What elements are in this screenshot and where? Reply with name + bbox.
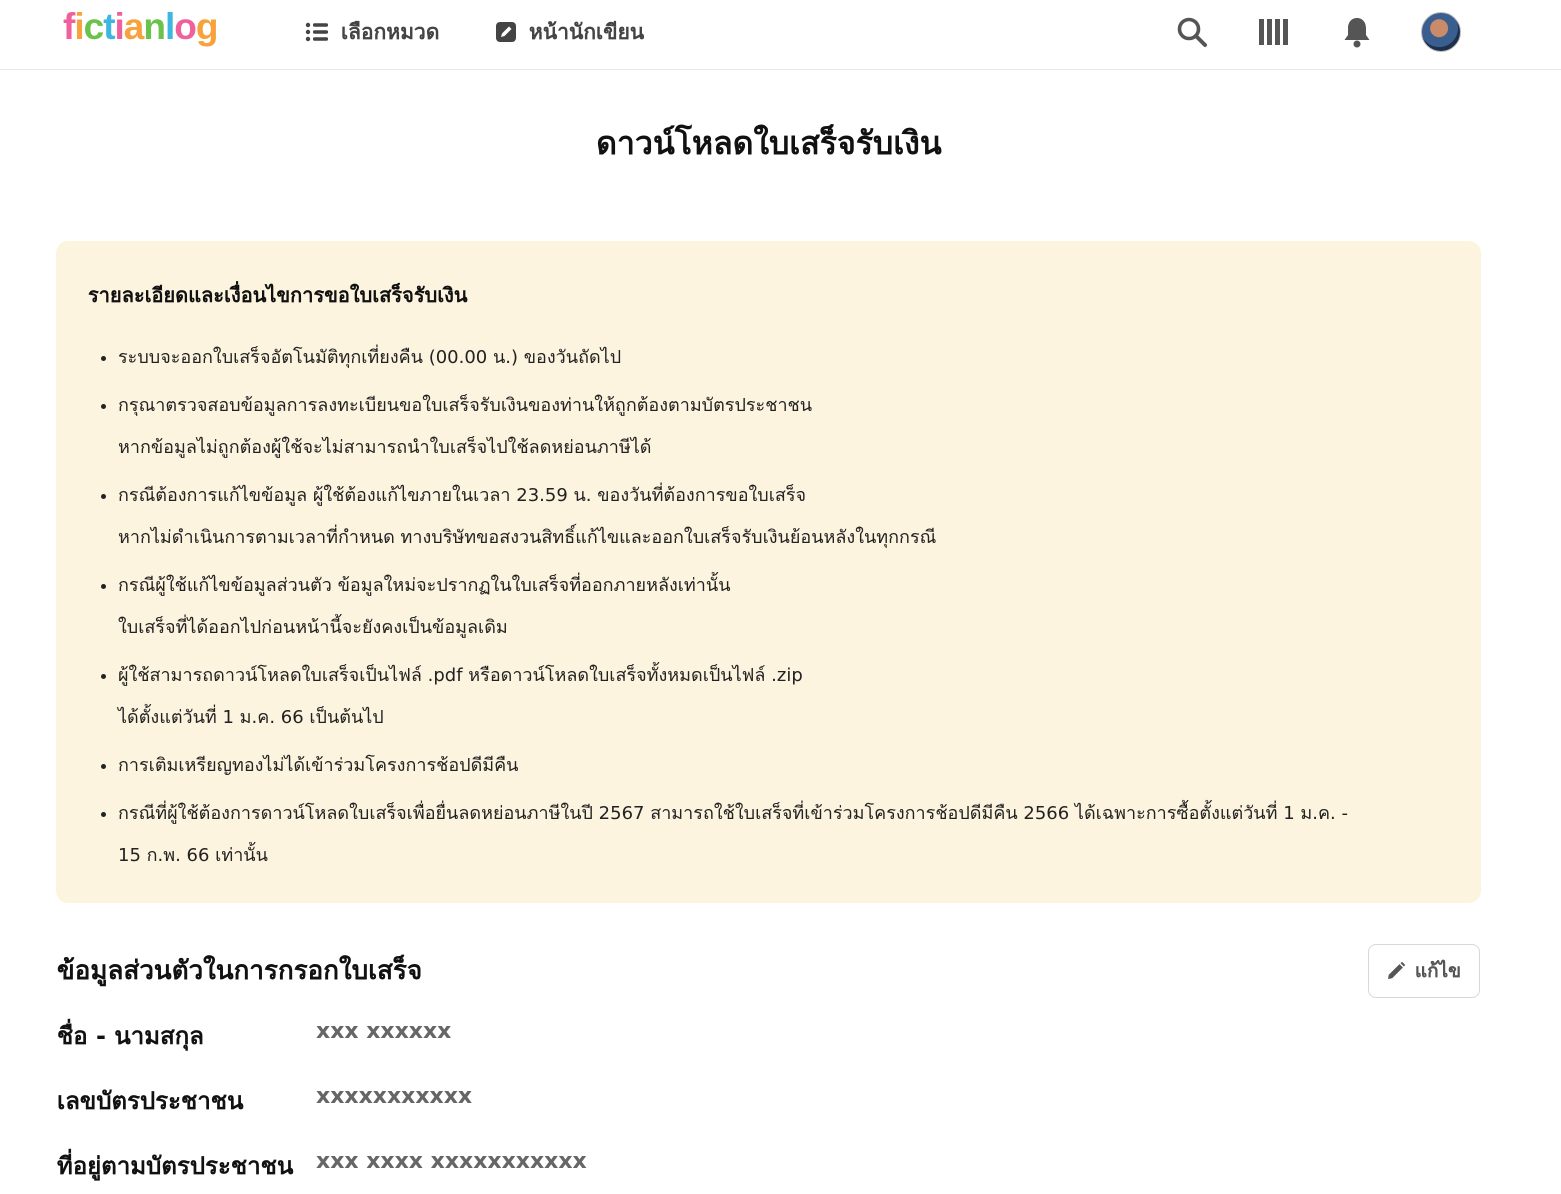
search-icon[interactable] xyxy=(1174,14,1210,50)
page-title: ดาวน์โหลดใบเสร็จรับเงิน xyxy=(596,124,942,162)
logo-letter: o xyxy=(174,6,197,47)
logo-letter: i xyxy=(114,6,125,47)
fictionlog-logo[interactable]: fictianlog xyxy=(63,6,219,48)
bell-icon[interactable] xyxy=(1339,14,1375,50)
list-item-text: กรณีผู้ใช้แก้ไขข้อมูลส่วนตัว ข้อมูลใหม่จ… xyxy=(118,575,731,596)
logo-letter: l xyxy=(164,6,175,47)
library-icon[interactable] xyxy=(1256,14,1292,50)
nav-genre-label: เลือกหมวด xyxy=(341,19,440,44)
list-item-text: ผู้ใช้สามารถดาวน์โหลดใบเสร็จเป็นไฟล์ .pd… xyxy=(118,665,803,686)
logo-letter: n xyxy=(143,6,166,47)
list-item: การเติมเหรียญทองไม่ได้เข้าร่วมโครงการช้อ… xyxy=(118,745,1458,787)
personal-info-title: ข้อมูลส่วนตัวในการกรอกใบเสร็จ xyxy=(57,956,423,986)
list-item: ผู้ใช้สามารถดาวน์โหลดใบเสร็จเป็นไฟล์ .pd… xyxy=(118,655,1458,739)
list-item: กรณีผู้ใช้แก้ไขข้อมูลส่วนตัว ข้อมูลใหม่จ… xyxy=(118,565,1458,649)
logo-letter: c xyxy=(83,6,105,47)
logo-letter: i xyxy=(74,6,84,47)
list-item-text: กรุณาตรวจสอบข้อมูลการลงทะเบียนขอใบเสร็จร… xyxy=(118,395,813,416)
pencil-icon xyxy=(1387,962,1405,979)
logo-letter: t xyxy=(103,6,115,47)
id-card-label: เลขบัตรประชาชน xyxy=(57,1087,244,1115)
logo-letter: g xyxy=(195,6,219,47)
id-card-value: xxxxxxxxxxx xyxy=(316,1084,473,1109)
nav-genre-menu[interactable]: เลือกหมวด xyxy=(305,16,440,48)
list-item-text: ได้ตั้งแต่วันที่ 1 ม.ค. 66 เป็นต้นไป xyxy=(118,707,384,728)
list-item-text: กรณีต้องการแก้ไขข้อมูล ผู้ใช้ต้องแก้ไขภา… xyxy=(118,485,807,506)
edit-square-icon xyxy=(496,22,516,42)
list-item: กรณีที่ผู้ใช้ต้องการดาวน์โหลดใบเสร็จเพื่… xyxy=(118,793,1458,877)
list-item-text: หากข้อมูลไม่ถูกต้องผู้ใช้จะไม่สามารถนำใบ… xyxy=(118,437,652,458)
list-item: กรุณาตรวจสอบข้อมูลการลงทะเบียนขอใบเสร็จร… xyxy=(118,385,1458,469)
logo-letter: f xyxy=(63,6,75,47)
nav-writer-page[interactable]: หน้านักเขียน xyxy=(495,16,644,48)
edit-button[interactable]: แก้ไข xyxy=(1368,944,1480,998)
list-item-text: หากไม่ดำเนินการตามเวลาที่กำหนด ทางบริษัท… xyxy=(118,527,937,548)
conditions-heading: รายละเอียดและเงื่อนไขการขอใบเสร็จรับเงิน xyxy=(88,283,468,307)
list-item-text: การเติมเหรียญทองไม่ได้เข้าร่วมโครงการช้อ… xyxy=(118,755,519,776)
list-item: กรณีต้องการแก้ไขข้อมูล ผู้ใช้ต้องแก้ไขภา… xyxy=(118,475,1458,559)
receipt-conditions-box: รายละเอียดและเงื่อนไขการขอใบเสร็จรับเงิน… xyxy=(56,241,1481,903)
conditions-list: ระบบจะออกใบเสร็จอัตโนมัติทุกเที่ยงคืน (0… xyxy=(96,337,1458,883)
edit-button-label: แก้ไข xyxy=(1414,960,1462,982)
address-value: xxx xxxx xxxxxxxxxxx xyxy=(316,1149,587,1174)
address-label: ที่อยู่ตามบัตรประชาชน xyxy=(57,1152,294,1180)
user-avatar[interactable] xyxy=(1421,12,1461,52)
list-item: ระบบจะออกใบเสร็จอัตโนมัติทุกเที่ยงคืน (0… xyxy=(118,337,1458,379)
list-item-text: ระบบจะออกใบเสร็จอัตโนมัติทุกเที่ยงคืน (0… xyxy=(118,347,622,368)
fullname-label: ชื่อ - นามสกุล xyxy=(57,1022,204,1050)
list-item-text: ใบเสร็จที่ได้ออกไปก่อนหน้านี้จะยังคงเป็น… xyxy=(118,617,508,638)
top-navbar: fictianlog เลือกหมวด หน้านักเขียน xyxy=(0,0,1561,70)
logo-letter: a xyxy=(123,6,145,47)
list-item-text: 15 ก.พ. 66 เท่านั้น xyxy=(118,845,268,866)
list-icon xyxy=(305,22,328,42)
list-item-text: กรณีที่ผู้ใช้ต้องการดาวน์โหลดใบเสร็จเพื่… xyxy=(118,803,1348,824)
fullname-value: xxx xxxxxx xyxy=(316,1019,452,1044)
nav-writer-label: หน้านักเขียน xyxy=(529,19,645,44)
